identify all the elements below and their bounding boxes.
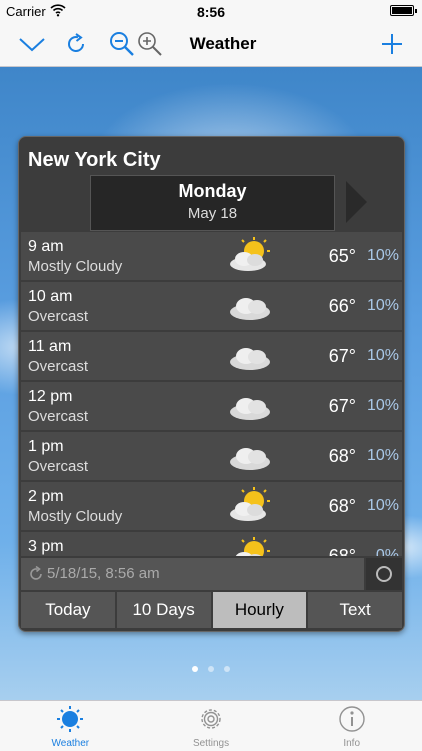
tab-10-days[interactable]: 10 Days bbox=[116, 592, 211, 628]
precip-chance: 10% bbox=[366, 297, 399, 314]
partly-sunny-icon bbox=[235, 537, 270, 556]
tab-today[interactable]: Today bbox=[21, 592, 115, 628]
temperature: 67° bbox=[328, 396, 356, 416]
plus-icon bbox=[382, 34, 402, 54]
condition-label: Mostly Cloudy bbox=[28, 258, 123, 275]
info-icon bbox=[338, 706, 365, 732]
cloud-icon bbox=[230, 448, 270, 470]
tab-text[interactable]: Text bbox=[308, 592, 402, 628]
status-bar: Carrier 8:56 bbox=[0, 0, 422, 22]
sun-icon bbox=[57, 706, 84, 732]
add-location-button[interactable] bbox=[376, 28, 408, 60]
partly-sunny-icon bbox=[230, 237, 270, 271]
tab-bar: Weather Settings Info bbox=[0, 700, 422, 751]
temperature: 65° bbox=[328, 246, 356, 266]
location-button[interactable] bbox=[366, 558, 402, 590]
precip-chance: 10% bbox=[366, 497, 399, 514]
next-day-arrow[interactable] bbox=[346, 181, 367, 223]
gear-icon bbox=[201, 709, 221, 729]
hour-label: 3 pm bbox=[28, 538, 64, 555]
precip-chance: 10% bbox=[366, 447, 399, 464]
nav-bar: Weather bbox=[0, 22, 422, 67]
table-row: 3 pm 68° 0% bbox=[21, 532, 402, 556]
table-row: 11 am Overcast 67° 10% bbox=[21, 332, 402, 380]
tab-hourly[interactable]: Hourly bbox=[212, 592, 307, 628]
view-tabs: Today 10 Days Hourly Text bbox=[21, 592, 402, 628]
page-dot bbox=[224, 666, 230, 672]
day-name: Monday bbox=[178, 181, 247, 201]
temperature: 67° bbox=[328, 346, 356, 366]
table-row: 2 pm Mostly Cloudy 68° 10% bbox=[21, 482, 402, 530]
precip-chance: 10% bbox=[366, 397, 399, 414]
refresh-button[interactable] bbox=[60, 28, 92, 60]
temperature: 68° bbox=[328, 446, 356, 466]
chevron-down-icon bbox=[19, 38, 45, 52]
table-row: 10 am Overcast 66° 10% bbox=[21, 282, 402, 330]
refresh-icon bbox=[68, 33, 84, 52]
collapse-button[interactable] bbox=[16, 28, 48, 60]
last-updated-text: 5/18/15, 8:56 am bbox=[47, 565, 160, 582]
tabbar-label: Settings bbox=[192, 738, 230, 749]
status-time: 8:56 bbox=[196, 4, 226, 20]
table-row: 1 pm Overcast 68° 10% bbox=[21, 432, 402, 480]
day-date: May 18 bbox=[187, 205, 238, 222]
hour-label: 2 pm bbox=[28, 488, 64, 505]
cloud-icon bbox=[230, 298, 270, 320]
precip-chance: 0% bbox=[375, 547, 399, 556]
city-name: New York City bbox=[28, 149, 161, 171]
hour-label: 12 pm bbox=[28, 388, 73, 405]
cloud-icon bbox=[230, 348, 270, 370]
condition-label: Overcast bbox=[28, 358, 89, 375]
page-title: Weather bbox=[189, 34, 257, 53]
tabbar-info[interactable]: Info bbox=[281, 701, 422, 751]
zoom-out-icon bbox=[110, 32, 134, 56]
tabbar-label: Weather bbox=[51, 738, 90, 749]
tabbar-label: Info bbox=[343, 738, 361, 749]
battery-icon bbox=[390, 5, 417, 16]
hourly-list[interactable]: 9 am Mostly Cloudy 65° 10% 10 am Overcas… bbox=[21, 232, 402, 556]
page-dot bbox=[192, 666, 198, 672]
cloud-icon bbox=[230, 398, 270, 420]
tabbar-settings[interactable]: Settings bbox=[141, 701, 282, 751]
hour-label: 1 pm bbox=[28, 438, 64, 455]
temperature: 68° bbox=[328, 546, 356, 556]
precip-chance: 10% bbox=[366, 247, 399, 264]
last-updated: 5/18/15, 8:56 am bbox=[21, 558, 364, 590]
condition-label: Overcast bbox=[28, 408, 89, 425]
tabbar-weather[interactable]: Weather bbox=[0, 701, 141, 751]
hour-label: 9 am bbox=[28, 238, 64, 255]
day-header: Monday May 18 bbox=[90, 175, 335, 231]
refresh-icon bbox=[30, 565, 42, 580]
condition-label: Overcast bbox=[28, 458, 89, 475]
condition-label: Mostly Cloudy bbox=[28, 508, 123, 525]
hour-label: 10 am bbox=[28, 288, 73, 305]
condition-label: Overcast bbox=[28, 308, 89, 325]
table-row: 9 am Mostly Cloudy 65° 10% bbox=[21, 232, 402, 280]
table-row: 12 pm Overcast 67° 10% bbox=[21, 382, 402, 430]
page-dot bbox=[208, 666, 214, 672]
page-indicator[interactable] bbox=[0, 659, 422, 677]
weather-panel: New York City Monday May 18 9 am Mostly … bbox=[18, 136, 405, 632]
temperature: 68° bbox=[328, 496, 356, 516]
hour-label: 11 am bbox=[28, 338, 72, 355]
circle-icon bbox=[376, 566, 392, 582]
temperature: 66° bbox=[328, 296, 356, 316]
partly-sunny-icon bbox=[230, 487, 270, 521]
precip-chance: 10% bbox=[366, 347, 399, 364]
